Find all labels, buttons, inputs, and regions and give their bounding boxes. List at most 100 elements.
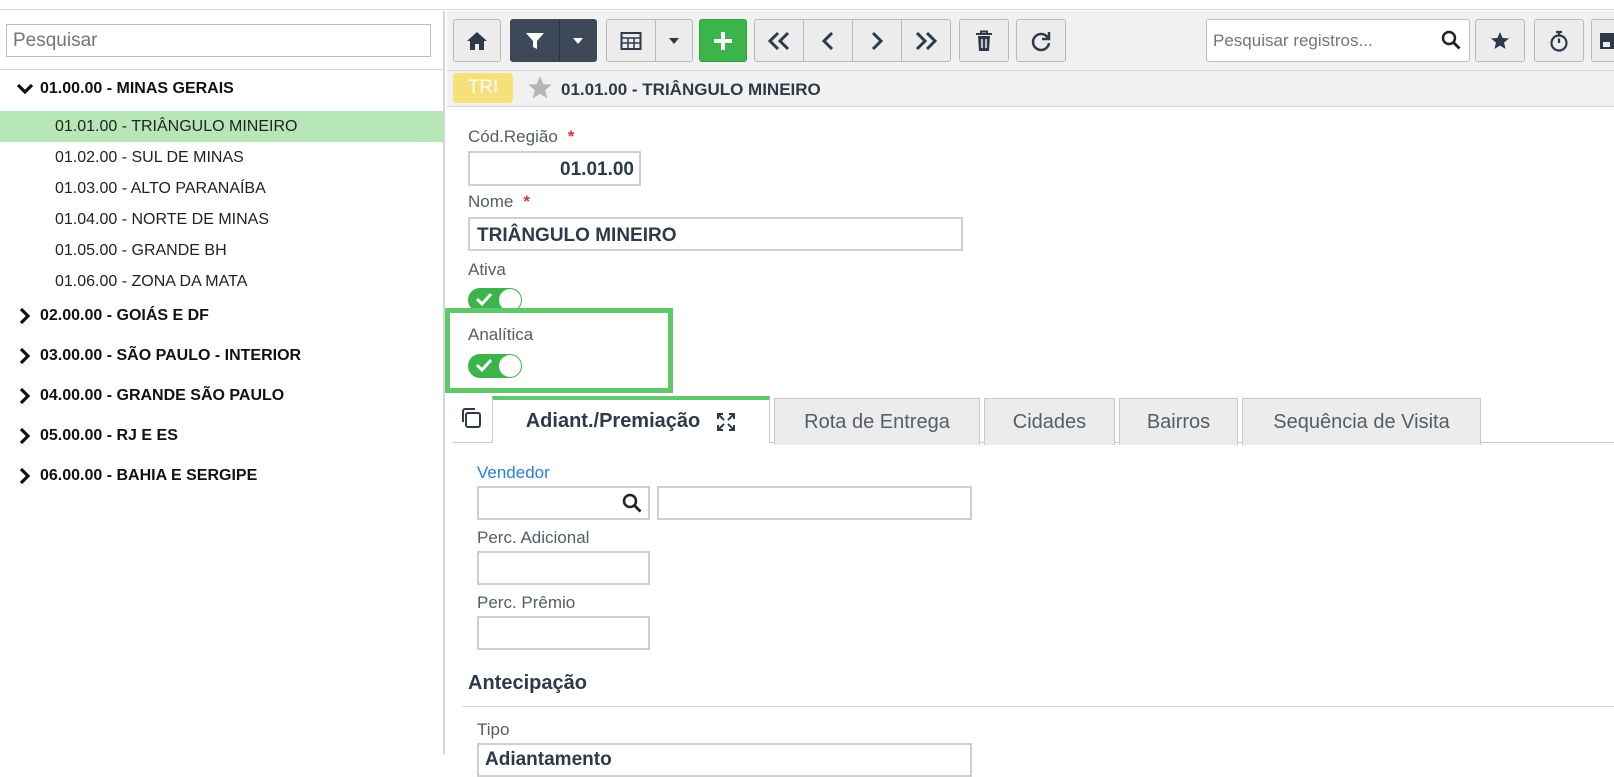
required-marker: *: [568, 127, 575, 146]
filter-icon: [525, 31, 545, 51]
tree-node-sao-paulo-interior[interactable]: 03.00.00 - SÃO PAULO - INTERIOR: [14, 342, 301, 370]
timer-button[interactable]: [1534, 19, 1584, 62]
tree-item-alto-paranaiba[interactable]: 01.03.00 - ALTO PARANAÍBA: [0, 173, 443, 204]
star-icon: [1490, 31, 1510, 51]
star-icon[interactable]: [527, 75, 553, 106]
left-tree-panel: 01.00.00 - MINAS GERAIS 01.01.00 - TRIÂN…: [0, 11, 445, 754]
perc-adicional-field[interactable]: [477, 551, 650, 585]
tab-adiant-premiacao[interactable]: Adiant./Premiação: [492, 396, 770, 443]
analitica-toggle[interactable]: [468, 354, 522, 378]
cod-regiao-label: Cód.Região *: [468, 127, 574, 147]
tree-node-label: 01.00.00 - MINAS GERAIS: [40, 80, 234, 98]
delete-button[interactable]: [959, 19, 1009, 62]
vendedor-link[interactable]: Vendedor: [477, 463, 550, 483]
search-icon[interactable]: [622, 493, 642, 518]
chevron-down-icon[interactable]: [14, 83, 36, 95]
antecipacao-section-title: Antecipação: [468, 672, 587, 695]
tree-node-bahia-sergipe[interactable]: 06.00.00 - BAHIA E SERGIPE: [14, 462, 257, 490]
tree-item-triangulo-mineiro[interactable]: 01.01.00 - TRIÂNGULO MINEIRO: [0, 111, 443, 142]
plus-icon: [712, 30, 734, 52]
previous-record-button[interactable]: [803, 19, 853, 62]
chevron-right-icon: [870, 31, 884, 51]
tree-item-grande-bh[interactable]: 01.05.00 - GRANDE BH: [0, 235, 443, 266]
double-chevron-left-icon: [767, 31, 791, 51]
tipo-label: Tipo: [477, 720, 509, 740]
tree-node-minas-gerais[interactable]: 01.00.00 - MINAS GERAIS: [14, 75, 234, 103]
cod-regiao-field[interactable]: 01.01.00: [468, 151, 641, 186]
first-record-button[interactable]: [754, 19, 804, 62]
tree-item-zona-da-mata[interactable]: 01.06.00 - ZONA DA MATA: [0, 266, 443, 297]
section-divider: [462, 706, 1614, 707]
last-record-button[interactable]: [901, 19, 951, 62]
record-badge: TRI: [453, 73, 513, 103]
nome-label-text: Nome: [468, 192, 513, 211]
table-icon: [620, 31, 642, 51]
tab-cidades[interactable]: Cidades: [984, 398, 1115, 445]
next-record-button[interactable]: [852, 19, 902, 62]
analitica-label: Analítica: [468, 325, 533, 345]
required-marker: *: [523, 192, 530, 211]
stopwatch-icon: [1549, 30, 1569, 52]
tree-item-label: 01.03.00 - ALTO PARANAÍBA: [55, 180, 266, 198]
save-button[interactable]: [1591, 19, 1614, 62]
caret-down-icon: [572, 37, 584, 45]
divider: [0, 69, 443, 70]
tab-bairros[interactable]: Bairros: [1119, 398, 1238, 445]
chevron-right-icon[interactable]: [14, 467, 36, 485]
chevron-right-icon[interactable]: [14, 387, 36, 405]
tree-node-goias-df[interactable]: 02.00.00 - GOIÁS E DF: [14, 302, 209, 330]
expand-icon[interactable]: [716, 412, 736, 432]
nome-field[interactable]: TRIÂNGULO MINEIRO: [468, 217, 963, 251]
chevron-left-icon: [821, 31, 835, 51]
nome-label: Nome *: [468, 192, 530, 212]
vendedor-name-field[interactable]: [657, 486, 972, 520]
tree-node-label: 02.00.00 - GOIÁS E DF: [40, 307, 209, 325]
check-icon: [475, 357, 493, 378]
tree-item-norte-de-minas[interactable]: 01.04.00 - NORTE DE MINAS: [0, 204, 443, 235]
tree-item-sul-de-minas[interactable]: 01.02.00 - SUL DE MINAS: [0, 142, 443, 173]
grid-dropdown-button[interactable]: [655, 19, 693, 62]
tree-search-input[interactable]: [6, 24, 431, 57]
filter-button[interactable]: [510, 19, 560, 62]
tree-node-label: 04.00.00 - GRANDE SÃO PAULO: [40, 387, 284, 405]
top-strip: [0, 0, 1614, 10]
tree-item-label: 01.01.00 - TRIÂNGULO MINEIRO: [55, 118, 297, 136]
search-icon[interactable]: [1441, 30, 1461, 55]
perc-premio-field[interactable]: [477, 616, 650, 650]
refresh-icon: [1030, 30, 1052, 52]
tree-node-label: 06.00.00 - BAHIA E SERGIPE: [40, 467, 257, 485]
perc-premio-label: Perc. Prêmio: [477, 593, 575, 613]
tipo-select[interactable]: Adiantamento: [477, 743, 972, 777]
double-chevron-right-icon: [914, 31, 938, 51]
toggle-knob: [499, 355, 521, 377]
filter-dropdown-button[interactable]: [559, 19, 597, 62]
tree-item-label: 01.06.00 - ZONA DA MATA: [55, 273, 247, 291]
tree-node-label: 03.00.00 - SÃO PAULO - INTERIOR: [40, 347, 301, 365]
perc-adicional-label: Perc. Adicional: [477, 528, 589, 548]
ativa-label: Ativa: [468, 260, 506, 280]
tree-item-label: 01.04.00 - NORTE DE MINAS: [55, 211, 269, 229]
trash-icon: [975, 30, 993, 52]
tree-item-label: 01.02.00 - SUL DE MINAS: [55, 149, 244, 167]
tree-node-grande-sao-paulo[interactable]: 04.00.00 - GRANDE SÃO PAULO: [14, 382, 284, 410]
chevron-right-icon[interactable]: [14, 347, 36, 365]
tab-sequencia-de-visita[interactable]: Sequência de Visita: [1242, 398, 1481, 445]
tree-item-label: 01.05.00 - GRANDE BH: [55, 242, 227, 260]
add-button[interactable]: [699, 19, 747, 62]
save-icon: [1597, 31, 1614, 51]
tab-rota-de-entrega[interactable]: Rota de Entrega: [774, 398, 980, 445]
chevron-right-icon[interactable]: [14, 307, 36, 325]
analitica-highlight-box: [445, 308, 673, 393]
refresh-button[interactable]: [1016, 19, 1066, 62]
tab-label: Adiant./Premiação: [526, 410, 701, 433]
cod-regiao-label-text: Cód.Região: [468, 127, 558, 146]
copy-icon[interactable]: [459, 406, 483, 435]
grid-view-button[interactable]: [606, 19, 656, 62]
toolbar: [447, 11, 1614, 71]
record-header: TRI 01.01.00 - TRIÂNGULO MINEIRO: [447, 71, 1614, 107]
tree-node-rj-es[interactable]: 05.00.00 - RJ E ES: [14, 422, 178, 450]
home-button[interactable]: [453, 19, 501, 62]
chevron-right-icon[interactable]: [14, 427, 36, 445]
favorite-button[interactable]: [1475, 19, 1525, 62]
record-search-input[interactable]: [1206, 19, 1470, 62]
